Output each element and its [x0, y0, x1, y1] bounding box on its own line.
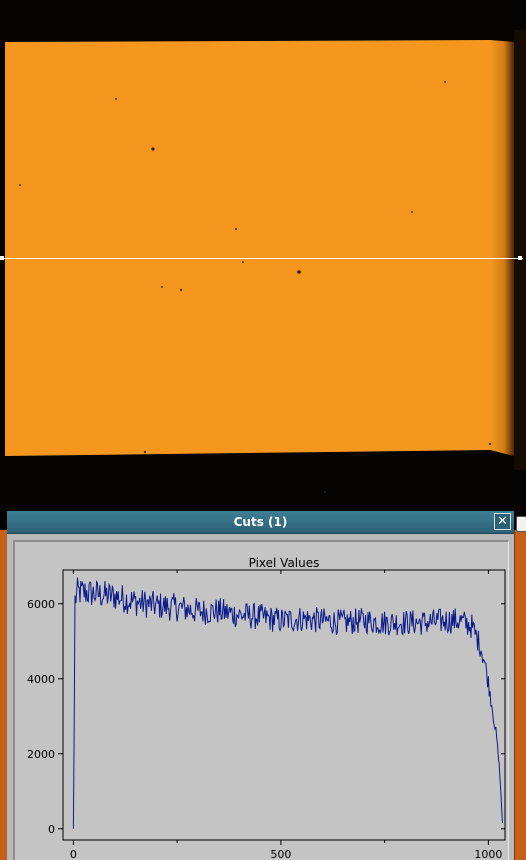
x-tick-label: 1000 — [474, 848, 502, 860]
y-tick-label: 6000 — [27, 598, 55, 611]
image-frame-region — [5, 40, 490, 456]
cuts-dialog: Cuts (1) ✕ Pixel Values 0 2000 4000 6000 0 50… — [7, 511, 514, 860]
plot-frame: Pixel Values 0 2000 4000 6000 0 500 1000 — [13, 540, 509, 860]
pixel-values-chart[interactable]: Pixel Values 0 2000 4000 6000 0 500 1000 — [15, 542, 509, 860]
background-window-edge-right — [514, 530, 526, 860]
x-tick-label: 500 — [270, 848, 291, 860]
cut-handle-left[interactable] — [0, 256, 4, 260]
image-frame-edge — [490, 40, 515, 456]
dialog-title: Cuts (1) — [233, 515, 288, 529]
cut-line[interactable] — [0, 258, 523, 259]
y-tick-label: 4000 — [27, 673, 55, 686]
y-tick-label: 2000 — [27, 748, 55, 761]
background-window-button[interactable] — [516, 516, 526, 532]
close-button[interactable]: ✕ — [494, 513, 511, 530]
dialog-titlebar[interactable]: Cuts (1) ✕ — [7, 511, 514, 534]
y-tick-label: 0 — [48, 823, 55, 836]
chart-title: Pixel Values — [249, 556, 320, 570]
image-canvas[interactable] — [0, 0, 526, 512]
close-icon: ✕ — [497, 514, 508, 529]
image-viewer[interactable] — [0, 0, 526, 512]
x-tick-label: 0 — [70, 848, 77, 860]
cut-handle-right[interactable] — [518, 256, 522, 260]
